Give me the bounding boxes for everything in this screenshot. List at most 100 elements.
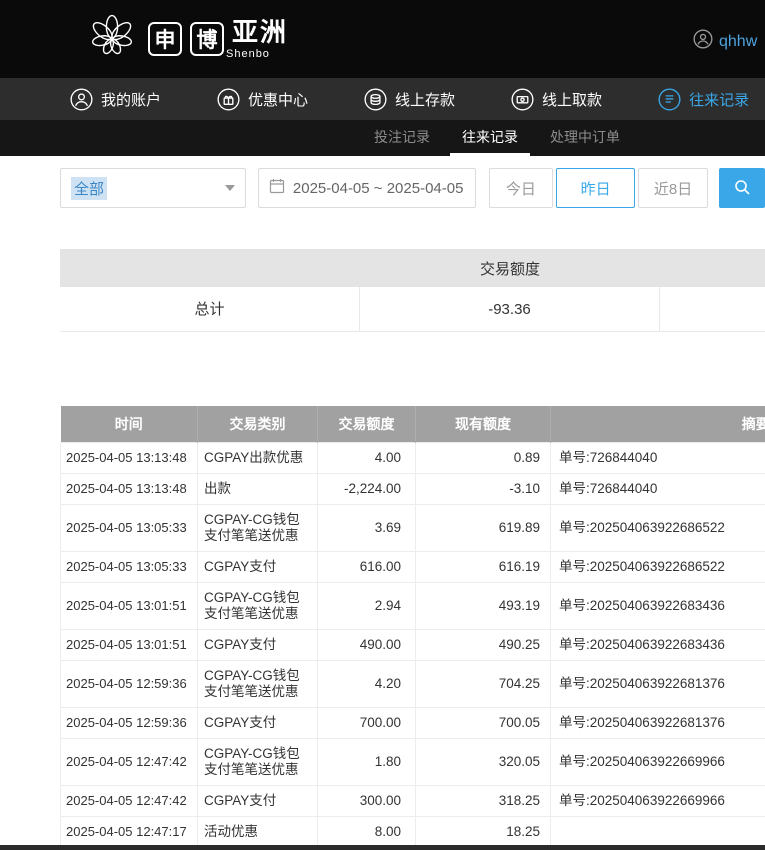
sub-nav: 投注记录 往来记录 处理中订单 — [0, 120, 765, 156]
user-account[interactable]: qhhw — [693, 29, 757, 54]
filter-bar: 全部 2025-04-05 ~ 2025-04-05 今日 昨日 近8日 — [60, 168, 765, 208]
summary-empty-cell — [660, 287, 765, 332]
table-row: 2025-04-05 13:05:33 CGPAY支付 616.00 616.19 单号… — [60, 550, 765, 583]
nav-item-deposit[interactable]: 线上存款 — [364, 87, 456, 111]
date-range-input[interactable]: 2025-04-05 ~ 2025-04-05 — [257, 168, 476, 208]
table-cell: 18.25 — [415, 815, 551, 848]
column-header-time: 时间 — [60, 406, 198, 442]
page: 申 博 亚洲 Shenbo qhhw 我的账户 优惠中心 线上存款 线上取款 往… — [0, 0, 765, 850]
table-cell: 700.05 — [415, 706, 551, 739]
column-header-type: 交易类别 — [197, 406, 318, 442]
table-cell: 2025-04-05 13:01:51 — [60, 628, 198, 661]
summary-total-row: 总计 -93.36 — [60, 286, 765, 332]
table-cell: -2,224.00 — [317, 472, 416, 505]
table-cell: CGPAY-CG钱包支付笔笔送优惠 — [197, 659, 318, 708]
nav-item-records[interactable]: 往来记录 — [658, 87, 750, 111]
table-row: 2025-04-05 12:59:36 CGPAY支付 700.00 700.05 单号… — [60, 706, 765, 739]
subnav-item-processing-orders[interactable]: 处理中订单 — [538, 120, 632, 156]
logo-char-box: 博 — [190, 22, 224, 56]
top-header: 申 博 亚洲 Shenbo qhhw — [0, 0, 765, 78]
brand-name-en: Shenbo — [226, 47, 270, 60]
table-cell: 318.25 — [415, 784, 551, 817]
nav-item-promotions[interactable]: 优惠中心 — [217, 87, 309, 111]
date-range-value: 2025-04-05 ~ 2025-04-05 — [292, 179, 464, 197]
table-cell: 单号:202504063922681376 — [550, 706, 765, 739]
nav-item-label: 线上取款 — [542, 91, 603, 109]
table-row: 2025-04-05 13:13:48 出款 -2,224.00 -3.10 单号:72… — [60, 472, 765, 505]
table-cell: CGPAY支付 — [197, 550, 318, 583]
transaction-type-select[interactable]: 全部 — [60, 168, 246, 208]
lotus-flower-icon — [84, 9, 140, 70]
table-cell: 3.69 — [317, 503, 416, 552]
nav-item-label: 线上存款 — [395, 91, 456, 109]
table-cell: 2025-04-05 12:59:36 — [60, 659, 198, 708]
caret-down-icon — [224, 185, 235, 191]
table-cell: CGPAY支付 — [197, 784, 318, 817]
table-cell: 300.00 — [317, 784, 416, 817]
table-cell: 616.00 — [317, 550, 416, 583]
selected-type: 全部 — [71, 176, 108, 200]
table-cell: 单号:202504063922686522 — [550, 503, 765, 552]
logo-char-box: 申 — [148, 22, 182, 56]
summary-header-label: 交易额度 — [479, 260, 540, 278]
table-cell: 活动优惠 — [197, 815, 318, 848]
nav-item-label: 优惠中心 — [248, 91, 309, 109]
transactions-table: 时间 交易类别 交易额度 现有额度 摘要 2025-04-05 13:13:48… — [60, 406, 765, 848]
table-cell: 4.00 — [317, 441, 416, 474]
subnav-item-betting-records[interactable]: 投注记录 — [362, 120, 442, 156]
summary-table: 交易额度 总计 -93.36 — [60, 249, 765, 332]
summary-total-value: -93.36 — [360, 286, 660, 332]
table-cell: 单号:202504063922669966 — [550, 784, 765, 817]
table-cell: 单号:202504063922683436 — [550, 581, 765, 630]
nav-item-label: 往来记录 — [689, 91, 750, 109]
table-cell: 4.20 — [317, 659, 416, 708]
table-row: 2025-04-05 12:47:42 CGPAY-CG钱包支付笔笔送优惠 1.80… — [60, 737, 765, 786]
table-cell: 2025-04-05 13:13:48 — [60, 472, 198, 505]
table-cell: 704.25 — [415, 659, 551, 708]
search-button[interactable] — [719, 168, 765, 208]
table-cell: 出款 — [197, 472, 318, 505]
search-icon — [733, 178, 751, 199]
table-cell: 490.00 — [317, 628, 416, 661]
table-row: 2025-04-05 13:05:33 CGPAY-CG钱包支付笔笔送优惠 3.69… — [60, 503, 765, 552]
username: qhhw — [719, 32, 758, 50]
brand-logo[interactable]: 申 博 亚洲 Shenbo — [84, 9, 288, 70]
summary-header-row: 交易额度 — [60, 249, 765, 287]
table-cell: 单号:202504063922669966 — [550, 737, 765, 786]
nav-item-my-account[interactable]: 我的账户 — [70, 87, 162, 111]
footer-strip — [0, 845, 765, 850]
table-cell: 8.00 — [317, 815, 416, 848]
table-row: 2025-04-05 13:01:51 CGPAY支付 490.00 490.25 单号… — [60, 628, 765, 661]
table-cell: 700.00 — [317, 706, 416, 739]
last-8-days-button[interactable]: 近8日 — [638, 168, 708, 208]
nav-item-withdraw[interactable]: 线上取款 — [511, 87, 603, 111]
table-cell: 单号:202504063922686522 — [550, 550, 765, 583]
table-cell: 2025-04-05 13:05:33 — [60, 503, 198, 552]
table-cell: 2.94 — [317, 581, 416, 630]
table-cell: CGPAY支付 — [197, 628, 318, 661]
subnav-item-transaction-records[interactable]: 往来记录 — [450, 120, 530, 156]
table-cell: -3.10 — [415, 472, 551, 505]
deposit-icon — [364, 87, 387, 111]
column-header-amount: 交易额度 — [317, 406, 416, 442]
records-icon — [658, 87, 681, 111]
table-cell: 2025-04-05 12:47:42 — [60, 784, 198, 817]
table-cell: 2025-04-05 13:01:51 — [60, 581, 198, 630]
today-button[interactable]: 今日 — [488, 168, 553, 208]
column-header-summary: 摘要 — [550, 406, 765, 442]
table-cell: CGPAY出款优惠 — [197, 441, 318, 474]
table-cell — [550, 815, 765, 848]
table-cell: 493.19 — [415, 581, 551, 630]
table-cell: 616.19 — [415, 550, 551, 583]
table-cell: CGPAY支付 — [197, 706, 318, 739]
table-row: 2025-04-05 12:47:17 活动优惠 8.00 18.25 — [60, 815, 765, 848]
yesterday-button[interactable]: 昨日 — [555, 168, 636, 208]
transactions-body: 2025-04-05 13:13:48 CGPAY出款优惠 4.00 0.89 单号:7… — [60, 441, 765, 848]
nav-item-label: 我的账户 — [101, 91, 162, 109]
table-cell: CGPAY-CG钱包支付笔笔送优惠 — [197, 581, 318, 630]
table-cell: 单号:726844040 — [550, 441, 765, 474]
table-cell: 619.89 — [415, 503, 551, 552]
brand-name-cn: 亚洲 — [232, 16, 289, 47]
table-cell: 2025-04-05 12:47:17 — [60, 815, 198, 848]
table-cell: 2025-04-05 12:47:42 — [60, 737, 198, 786]
